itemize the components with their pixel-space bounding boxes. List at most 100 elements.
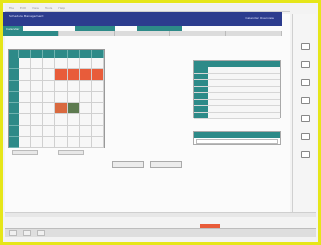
menu-view[interactable]: View <box>32 6 39 10</box>
calendar-cell[interactable] <box>91 114 104 126</box>
menu-help[interactable]: Help <box>58 6 65 10</box>
calendar-cell[interactable] <box>43 136 56 148</box>
calendar-cell[interactable] <box>67 114 80 126</box>
calendar-cell[interactable] <box>31 80 44 92</box>
calendar-row <box>9 136 104 148</box>
filter-input[interactable] <box>196 139 278 144</box>
calendar-cell[interactable] <box>79 91 92 103</box>
calendar-cell[interactable] <box>19 58 32 70</box>
calendar-cell[interactable] <box>55 136 68 148</box>
calendar-cell[interactable] <box>43 114 56 126</box>
calendar-cell[interactable] <box>19 103 32 115</box>
calendar-cell[interactable] <box>79 136 92 148</box>
app-title: Schedule Management <box>9 14 44 18</box>
menu-tools[interactable]: Tools <box>45 6 52 10</box>
subtab-5[interactable] <box>226 31 282 36</box>
calendar-cell[interactable] <box>67 136 80 148</box>
calendar-cell[interactable] <box>19 125 32 137</box>
calendar-cell[interactable] <box>55 80 68 92</box>
calendar-cell[interactable] <box>79 114 92 126</box>
calendar-cell[interactable] <box>31 103 44 115</box>
details-value <box>208 106 280 112</box>
calendar-cell[interactable] <box>55 114 68 126</box>
calendar-cell[interactable] <box>55 91 68 103</box>
calendar-cell[interactable] <box>91 136 104 148</box>
calendar-cell[interactable] <box>91 58 104 70</box>
calendar-cell[interactable] <box>91 91 104 103</box>
calendar-cell[interactable] <box>55 58 68 70</box>
toolbar-button[interactable] <box>295 150 315 166</box>
calendar-row <box>9 103 104 115</box>
calendar-cell[interactable] <box>79 58 92 70</box>
toolbar-button[interactable] <box>295 114 315 130</box>
calendar-cell[interactable] <box>31 114 44 126</box>
calendar-cell[interactable] <box>91 103 104 115</box>
calendar-cell[interactable] <box>43 125 56 137</box>
toolbar-button[interactable] <box>295 96 315 112</box>
details-value <box>208 80 280 86</box>
horizontal-scrollbar[interactable] <box>5 212 316 217</box>
calendar-cell[interactable] <box>43 103 56 115</box>
toolbar-button[interactable] <box>295 78 315 94</box>
filter-panel-header <box>194 132 280 138</box>
calendar-cell[interactable] <box>67 125 80 137</box>
calendar-next-button[interactable] <box>58 150 84 155</box>
subtab-4[interactable] <box>170 31 227 36</box>
menu-edit[interactable]: Edit <box>20 6 26 10</box>
toolbar-button[interactable] <box>295 132 315 148</box>
toolbar-button[interactable] <box>295 60 315 76</box>
toolbar-button[interactable] <box>295 42 315 58</box>
subtab-2[interactable] <box>58 31 115 36</box>
details-value <box>208 67 280 73</box>
details-value <box>208 73 280 79</box>
center-button-1[interactable] <box>112 161 144 168</box>
calendar-cell[interactable] <box>19 69 32 81</box>
calendar-cell[interactable] <box>31 125 44 137</box>
calendar-cell[interactable] <box>67 58 80 70</box>
calendar-cell[interactable] <box>31 69 44 81</box>
calendar-cell[interactable] <box>79 80 92 92</box>
calendar-cell-booked[interactable] <box>91 69 104 81</box>
details-key <box>194 112 208 118</box>
calendar-cell[interactable] <box>79 103 92 115</box>
calendar-cell-booked[interactable] <box>79 69 92 81</box>
calendar-cell[interactable] <box>43 91 56 103</box>
calendar-cell[interactable] <box>31 136 44 148</box>
sub-tab-bar <box>3 31 282 36</box>
calendar-cell[interactable] <box>43 69 56 81</box>
document-icon <box>300 61 310 68</box>
calendar-cell[interactable] <box>91 80 104 92</box>
calendar-cell-booked[interactable] <box>55 103 68 115</box>
calendar-cell[interactable] <box>19 136 32 148</box>
calendar-cell-selected[interactable] <box>67 103 80 115</box>
day-header <box>31 50 44 58</box>
calendar-cell[interactable] <box>31 91 44 103</box>
calendar-row <box>9 91 104 103</box>
calendar-cell-booked[interactable] <box>67 69 80 81</box>
calendar-cell[interactable] <box>43 80 56 92</box>
calendar-prev-button[interactable] <box>12 150 38 155</box>
day-header <box>80 50 92 58</box>
calendar-cell[interactable] <box>43 58 56 70</box>
menu-file[interactable]: File <box>9 6 14 10</box>
center-button-2[interactable] <box>150 161 182 168</box>
calendar-cell[interactable] <box>55 125 68 137</box>
details-key <box>194 67 208 73</box>
day-header <box>68 50 80 58</box>
row-header <box>9 91 19 103</box>
calendar-cell[interactable] <box>19 91 32 103</box>
row-header <box>9 125 19 137</box>
subtab-3[interactable] <box>114 31 171 36</box>
calendar-cell[interactable] <box>79 125 92 137</box>
calendar-cell-booked[interactable] <box>55 69 68 81</box>
calendar-cell[interactable] <box>31 58 44 70</box>
calendar-cell[interactable] <box>67 80 80 92</box>
calendar-cell[interactable] <box>19 114 32 126</box>
subtab-1[interactable] <box>3 31 59 36</box>
calendar-cell[interactable] <box>91 125 104 137</box>
day-header <box>19 50 32 58</box>
calendar-row <box>9 80 104 92</box>
calendar-cell[interactable] <box>19 80 32 92</box>
details-panel <box>193 60 281 119</box>
calendar-cell[interactable] <box>67 91 80 103</box>
